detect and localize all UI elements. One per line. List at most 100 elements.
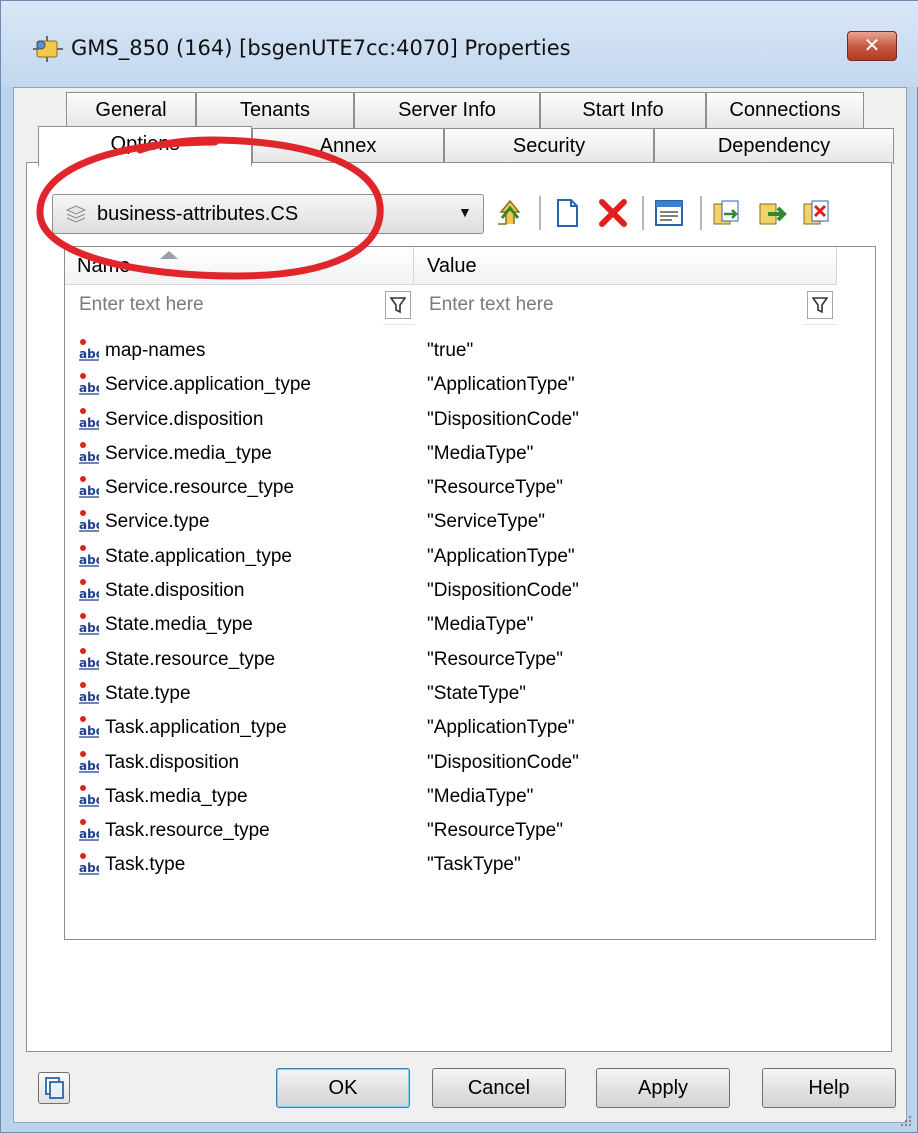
tab-general[interactable]: General xyxy=(66,92,196,128)
export-icon[interactable] xyxy=(756,196,790,230)
cancel-button[interactable]: Cancel xyxy=(432,1068,566,1108)
new-item-icon[interactable] xyxy=(550,196,584,230)
svg-text:abc: abc xyxy=(79,450,99,464)
table-row[interactable]: abc Service.resource_type "ResourceType" xyxy=(65,472,837,506)
window-title: GMS_850 (164) [bsgenUTE7cc:4070] Propert… xyxy=(71,36,571,60)
table-row[interactable]: abc State.media_type "MediaType" xyxy=(65,609,837,643)
table-row[interactable]: abc State.disposition "DispositionCode" xyxy=(65,575,837,609)
name-filter-input[interactable] xyxy=(65,285,383,325)
table-row[interactable]: abc Service.application_type "ApplicationT… xyxy=(65,369,837,403)
resize-grip-icon[interactable] xyxy=(898,1113,912,1127)
tab-dependency[interactable]: Dependency xyxy=(654,128,894,164)
import-icon[interactable] xyxy=(710,196,744,230)
option-name: Task.media_type xyxy=(105,785,248,807)
table-row[interactable]: abc Task.type "TaskType" xyxy=(65,849,837,883)
ok-button[interactable]: OK xyxy=(276,1068,410,1108)
option-name: Task.type xyxy=(105,854,186,876)
apply-button[interactable]: Apply xyxy=(596,1068,730,1108)
svg-text:abc: abc xyxy=(79,724,99,738)
grid-rows: abc map-names "true" abc Service.application… xyxy=(65,335,837,884)
option-name: State.media_type xyxy=(105,614,253,636)
svg-text:abc: abc xyxy=(79,621,99,635)
sort-ascending-icon xyxy=(160,251,178,259)
edit-icon[interactable] xyxy=(652,196,686,230)
string-option-icon: abc xyxy=(79,407,99,430)
svg-text:abc: abc xyxy=(79,690,99,704)
table-row[interactable]: abc State.type "StateType" xyxy=(65,678,837,712)
table-row[interactable]: abc Task.resource_type "ResourceType" xyxy=(65,815,837,849)
toolbar-separator xyxy=(700,196,702,230)
table-row[interactable]: abc Task.application_type "ApplicationType… xyxy=(65,712,837,746)
string-option-icon: abc xyxy=(79,681,99,704)
tab-connections[interactable]: Connections xyxy=(706,92,864,128)
tab-security[interactable]: Security xyxy=(444,128,654,164)
close-button[interactable]: ✕ xyxy=(847,31,897,61)
tab-annex[interactable]: Annex xyxy=(252,128,444,164)
string-option-icon: abc xyxy=(79,544,99,567)
option-value: "ResourceType" xyxy=(427,648,563,670)
option-value: "ResourceType" xyxy=(427,820,563,842)
name-filter-button[interactable] xyxy=(385,291,411,319)
copy-properties-button[interactable] xyxy=(38,1072,70,1104)
delete-icon[interactable] xyxy=(596,196,630,230)
clear-icon[interactable] xyxy=(800,196,834,230)
table-row[interactable]: abc Service.media_type "MediaType" xyxy=(65,438,837,472)
tab-tenants[interactable]: Tenants xyxy=(196,92,354,128)
value-filter-input[interactable] xyxy=(415,285,803,325)
toolbar-separator xyxy=(642,196,644,230)
svg-text:abc: abc xyxy=(79,827,99,841)
string-option-icon: abc xyxy=(79,339,99,361)
option-name: Task.application_type xyxy=(105,717,287,739)
table-row[interactable]: abc map-names "true" xyxy=(65,335,837,369)
option-name: Service.disposition xyxy=(105,408,264,430)
table-row[interactable]: abc State.application_type "ApplicationTyp… xyxy=(65,541,837,575)
filter-icon xyxy=(390,297,406,314)
option-value: "DispositionCode" xyxy=(427,408,579,430)
section-dropdown[interactable]: business-attributes.CS ▼ xyxy=(52,194,484,234)
column-divider xyxy=(836,247,837,285)
string-option-icon: abc xyxy=(79,716,99,738)
chevron-down-icon[interactable]: ▼ xyxy=(458,204,472,220)
tab-server-info[interactable]: Server Info xyxy=(354,92,540,128)
string-option-icon: abc xyxy=(79,750,99,773)
value-filter-button[interactable] xyxy=(807,291,833,319)
up-level-icon[interactable] xyxy=(492,196,526,230)
svg-text:abc: abc xyxy=(79,347,99,361)
option-value: "ResourceType" xyxy=(427,477,563,499)
option-value: "TaskType" xyxy=(427,854,521,876)
option-name: map-names xyxy=(105,340,206,361)
option-name: Service.resource_type xyxy=(105,477,295,499)
table-row[interactable]: abc Task.disposition "DispositionCode" xyxy=(65,747,837,781)
svg-text:abc: abc xyxy=(79,553,99,567)
string-option-icon: abc xyxy=(79,647,99,670)
title-bar[interactable]: GMS_850 (164) [bsgenUTE7cc:4070] Propert… xyxy=(1,1,918,87)
string-option-icon: abc xyxy=(79,613,99,635)
svg-text:abc: abc xyxy=(79,416,99,430)
option-value: "ServiceType" xyxy=(427,511,546,533)
tab-start-info[interactable]: Start Info xyxy=(540,92,706,128)
column-header-value[interactable]: Value xyxy=(427,255,477,278)
svg-text:abc: abc xyxy=(79,793,99,807)
svg-text:abc: abc xyxy=(79,518,99,532)
help-button[interactable]: Help xyxy=(762,1068,896,1108)
string-option-icon: abc xyxy=(79,510,99,532)
column-header-name[interactable]: Name xyxy=(77,255,130,278)
option-name: Task.resource_type xyxy=(105,820,270,842)
option-value: "true" xyxy=(427,340,474,361)
table-row[interactable]: abc Service.type "ServiceType" xyxy=(65,506,837,540)
option-value: "ApplicationType" xyxy=(427,374,575,396)
string-option-icon: abc xyxy=(79,819,99,841)
table-row[interactable]: abc Task.media_type "MediaType" xyxy=(65,781,837,815)
svg-text:abc: abc xyxy=(79,759,99,773)
string-option-icon: abc xyxy=(79,476,99,498)
table-row[interactable]: abc State.resource_type "ResourceType" xyxy=(65,644,837,678)
option-value: "ApplicationType" xyxy=(427,545,575,567)
grid-header: Name Value xyxy=(65,247,837,285)
option-name: State.type xyxy=(105,682,191,704)
table-row[interactable]: abc Service.disposition "DispositionCode" xyxy=(65,404,837,438)
column-divider[interactable] xyxy=(413,247,414,285)
option-name: Service.application_type xyxy=(105,374,311,396)
copy-icon xyxy=(45,1077,64,1099)
tab-options[interactable]: Options xyxy=(38,126,252,166)
application-icon xyxy=(33,36,63,62)
